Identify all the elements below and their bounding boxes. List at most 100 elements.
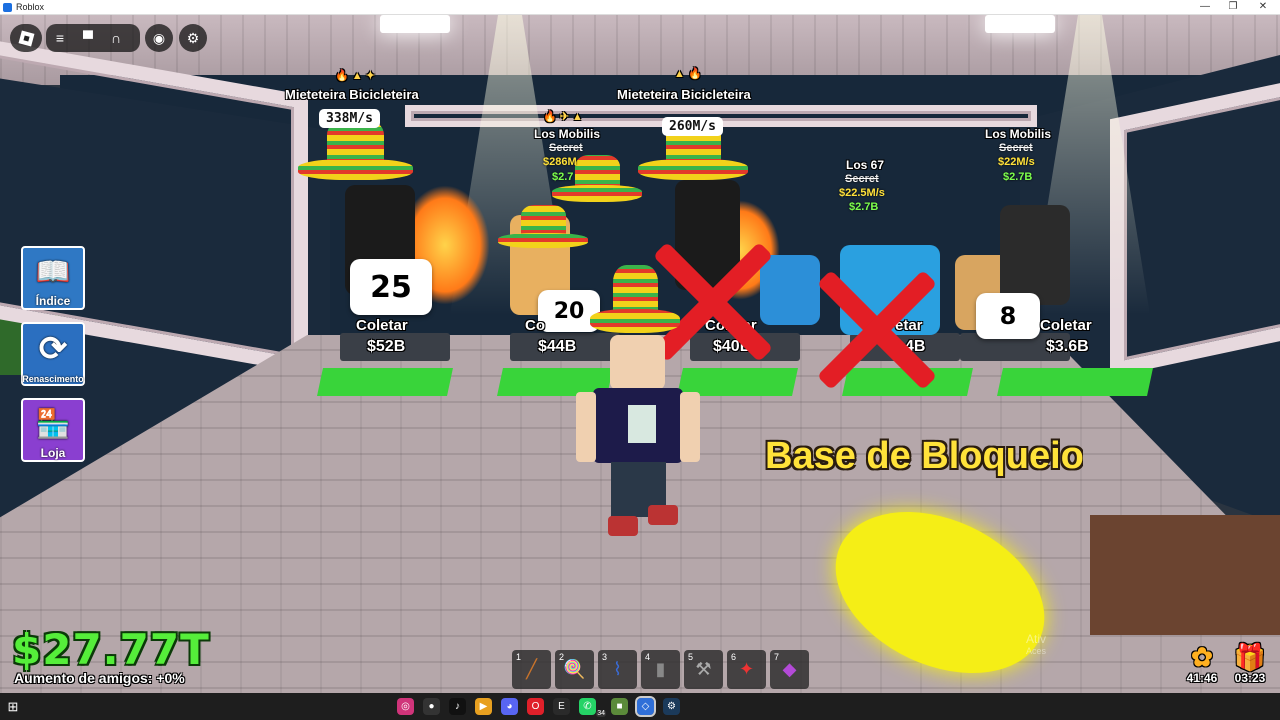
- tiktok-icon[interactable]: ♪: [449, 698, 466, 715]
- friends-boost: Aumento de amigos: +0%: [14, 670, 185, 686]
- brainrot-icons: 🔥 ✈ ▲: [543, 111, 583, 123]
- shop-icon: 🏪: [35, 407, 71, 439]
- maximize-button[interactable]: ❐: [1220, 0, 1246, 14]
- kite-icon[interactable]: ▶: [475, 698, 492, 715]
- reward-button-2[interactable]: 🎁 03:23: [1230, 643, 1270, 685]
- collect-price: $3.6B: [1046, 338, 1089, 355]
- rebirth-button[interactable]: ⟳ Renascimento: [21, 322, 85, 386]
- collect-price: $44B: [538, 338, 577, 355]
- game-viewport[interactable]: 🔥 ▲ ✦ Mieteteira Bicicleteira 338M/s 🔥 ✈…: [0, 15, 1280, 693]
- collect-pad[interactable]: [317, 368, 453, 396]
- base-sign: Base de Bloqueio: [765, 435, 1083, 477]
- flower-icon: ✿: [1191, 642, 1213, 672]
- sombrero-hat: [298, 120, 413, 190]
- brainrot-name: Los Mobilis: [985, 127, 1051, 141]
- sombrero-hat: [498, 205, 588, 255]
- refresh-icon: ⟳: [38, 330, 68, 368]
- reward-timer: 03:23: [1234, 671, 1266, 685]
- slot-number: 5: [688, 652, 694, 662]
- income-rate: $22M/s: [998, 156, 1035, 168]
- whatsapp-glyph: ✆: [583, 701, 592, 712]
- slot-number: 2: [559, 652, 565, 662]
- epic-games-icon[interactable]: E: [553, 698, 570, 715]
- close-button[interactable]: ✕: [1250, 0, 1276, 14]
- windows-start-icon[interactable]: ⊞: [0, 699, 26, 715]
- shop-button[interactable]: 🏪 Loja: [21, 398, 85, 462]
- index-label: Índice: [35, 294, 71, 308]
- speed-tag: 338M/s: [319, 109, 380, 128]
- slot-number: 3: [602, 652, 608, 662]
- hotbar-slot-3[interactable]: 3 ⌇: [598, 650, 637, 689]
- window-title: Roblox: [16, 2, 45, 12]
- notification-badge: 34: [596, 710, 606, 717]
- roblox-menu-button[interactable]: [10, 24, 42, 52]
- dirt-terrain: [1090, 515, 1280, 635]
- book-icon: 📖: [35, 255, 71, 287]
- ceiling-light: [985, 15, 1055, 33]
- minecraft-icon[interactable]: ■: [611, 698, 628, 715]
- slot-number: 4: [645, 652, 651, 662]
- collect-label: Co: [525, 317, 545, 334]
- backpack-icon: ◉: [152, 29, 166, 46]
- lock-timer: 25: [350, 259, 432, 315]
- whatsapp-icon[interactable]: ✆ 34: [579, 698, 606, 717]
- brainrot-icons: ▲ 🔥: [674, 68, 702, 80]
- lock-timer: 8: [976, 293, 1040, 339]
- tool-icon: ⚒: [695, 659, 712, 679]
- collect-price: $52B: [367, 338, 406, 355]
- hotbar-slot-1[interactable]: 1 ╱: [512, 650, 551, 689]
- speed-tag: 260M/s: [662, 117, 723, 136]
- discord-icon[interactable]: ◕: [501, 698, 518, 715]
- rarity-label: Secret: [549, 142, 583, 154]
- minimize-button[interactable]: —: [1192, 0, 1218, 14]
- hotbar-slot-7[interactable]: 7 ◆: [770, 650, 809, 689]
- gift-icon: 🎁: [1233, 642, 1267, 672]
- slot-number: 7: [774, 652, 780, 662]
- index-button[interactable]: 📖 Índice: [21, 246, 85, 310]
- instagram-icon[interactable]: ◎: [397, 698, 414, 715]
- collect-label: Coletar: [1040, 317, 1092, 334]
- hotbar-slot-2[interactable]: 2 🍭: [555, 650, 594, 689]
- reward-button-1[interactable]: ✿ 41:46: [1182, 643, 1222, 685]
- roblox-taskbar-icon[interactable]: ◇: [635, 696, 656, 717]
- income-rate: $22.5M/s: [839, 187, 885, 199]
- lollipop-icon: 🍭: [563, 659, 586, 679]
- slot-number: 6: [731, 652, 737, 662]
- slot-number: 1: [516, 652, 522, 662]
- menu-icon[interactable]: ≡: [46, 24, 74, 52]
- backpack-button[interactable]: ◉: [145, 24, 173, 52]
- hotbar-slot-6[interactable]: 6 ✦: [727, 650, 766, 689]
- brainrot-icons: 🔥 ▲ ✦: [335, 70, 375, 82]
- bat-icon: ╱: [526, 659, 537, 679]
- windows-taskbar: ⊞ ◎ ● ♪ ▶ ◕ O E ✆ 34 ■ ◇ ⚙: [0, 693, 1280, 720]
- window-frame-right: [1110, 70, 1280, 378]
- device-icon: ▮: [655, 659, 666, 679]
- rarity-label: Secret: [845, 173, 879, 185]
- rebirth-label: Renascimento: [22, 374, 84, 384]
- brainrot-name: Mieteteira Bicicleteira: [617, 87, 751, 102]
- topbar-group: ≡ ▀ ∩: [46, 24, 140, 52]
- ceiling-light: [380, 15, 450, 33]
- settings-button[interactable]: ⚙: [179, 24, 207, 52]
- headphones-icon[interactable]: ∩: [102, 24, 130, 52]
- hotbar: 1 ╱ 2 🍭 3 ⌇ 4 ▮ 5 ⚒ 6 ✦ 7 ◆: [512, 650, 809, 689]
- opera-icon[interactable]: O: [527, 698, 544, 715]
- window-titlebar: Roblox — ❐ ✕: [0, 0, 1280, 15]
- brainrot-name: Los Mobilis: [534, 127, 600, 141]
- watermark-line1: Ativ: [1026, 632, 1047, 646]
- red-x-icon: [812, 265, 942, 395]
- gear-icon: ⚙: [186, 29, 200, 46]
- brainrot-value: $2.7: [552, 171, 574, 183]
- brainrot-value: $2.7B: [849, 201, 879, 213]
- income-rate: $286M: [543, 156, 577, 168]
- rarity-label: Secret: [999, 142, 1033, 154]
- steam-icon[interactable]: ⚙: [663, 698, 680, 715]
- obs-icon[interactable]: ●: [423, 698, 440, 715]
- brainrot-character-7[interactable]: [1000, 205, 1070, 305]
- brainrot-name: Los 67: [846, 158, 885, 172]
- reward-timer: 41:46: [1186, 671, 1218, 685]
- hotbar-slot-4[interactable]: 4 ▮: [641, 650, 680, 689]
- collect-pad[interactable]: [997, 368, 1153, 396]
- chat-icon[interactable]: ▀: [74, 24, 102, 52]
- hotbar-slot-5[interactable]: 5 ⚒: [684, 650, 723, 689]
